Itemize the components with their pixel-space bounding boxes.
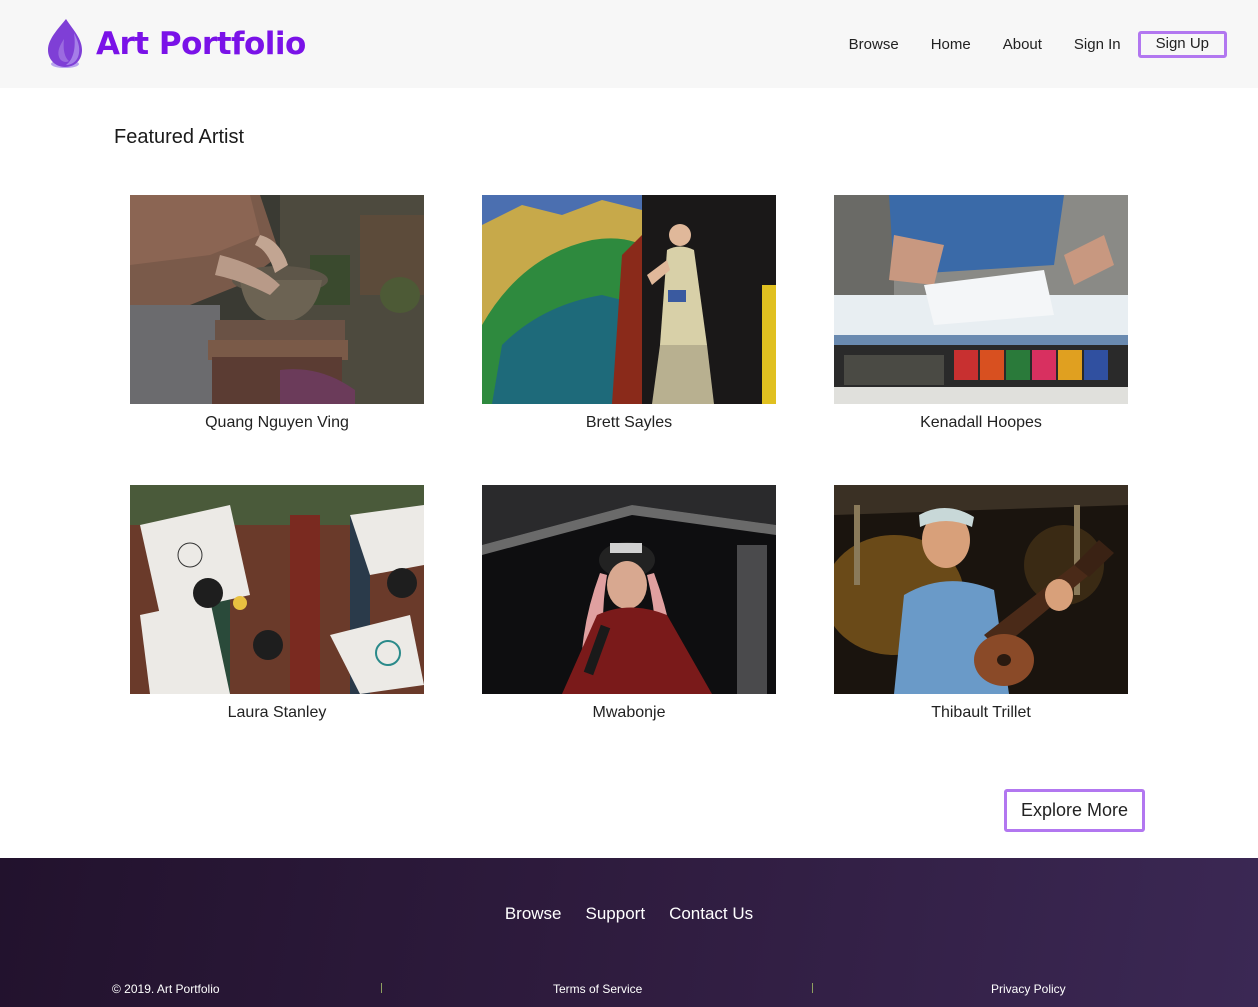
logo-text: Art Portfolio xyxy=(96,26,306,62)
floral-sketches-photo[interactable] xyxy=(130,485,424,694)
ukulele-player-photo[interactable] xyxy=(834,485,1128,694)
site-header: Art Portfolio Browse Home About Sign In … xyxy=(0,0,1258,88)
logo[interactable]: Art Portfolio xyxy=(44,16,306,72)
artist-card[interactable]: Mwabonje xyxy=(482,485,776,722)
singer-microphone-photo[interactable] xyxy=(482,485,776,694)
artist-card[interactable]: Laura Stanley xyxy=(130,485,424,722)
artist-name: Thibault Trillet xyxy=(931,704,1031,721)
artist-name: Quang Nguyen Ving xyxy=(205,414,349,431)
footer-divider xyxy=(381,983,382,993)
privacy-link[interactable]: Privacy Policy xyxy=(991,982,1066,996)
artist-card[interactable]: Brett Sayles xyxy=(482,195,776,432)
footer-contact-us[interactable]: Contact Us xyxy=(669,904,753,924)
sign-up-button[interactable]: Sign Up xyxy=(1137,31,1227,58)
nav-about[interactable]: About xyxy=(1003,36,1042,53)
nav-browse[interactable]: Browse xyxy=(849,36,899,53)
main-nav: Browse Home About Sign In Sign Up xyxy=(849,31,1227,58)
section-title: Featured Artist xyxy=(114,126,245,148)
footer-support[interactable]: Support xyxy=(586,904,646,924)
pottery-wheel-photo[interactable] xyxy=(130,195,424,404)
flame-drop-icon xyxy=(48,19,82,68)
artist-card[interactable]: Kenadall Hoopes xyxy=(834,195,1128,432)
copyright-text: © 2019. Art Portfolio xyxy=(112,982,220,996)
site-footer: Browse Support Contact Us © 2019. Art Po… xyxy=(0,858,1258,1007)
artist-name: Brett Sayles xyxy=(585,414,673,431)
mural-painter-photo[interactable] xyxy=(482,195,776,404)
footer-divider xyxy=(812,983,813,993)
nav-sign-in[interactable]: Sign In xyxy=(1074,36,1121,53)
footer-browse[interactable]: Browse xyxy=(505,904,562,924)
artist-name: Laura Stanley xyxy=(227,704,327,721)
terms-link[interactable]: Terms of Service xyxy=(553,982,642,996)
artist-card[interactable]: Thibault Trillet xyxy=(834,485,1128,722)
artist-name: Kenadall Hoopes xyxy=(920,414,1042,431)
drawing-table-photo[interactable] xyxy=(834,195,1128,404)
explore-more-button[interactable]: Explore More xyxy=(1004,789,1145,832)
artist-name: Mwabonje xyxy=(592,704,666,721)
footer-nav: Browse Support Contact Us xyxy=(0,904,1258,924)
nav-home[interactable]: Home xyxy=(931,36,971,53)
artist-card[interactable]: Quang Nguyen Ving xyxy=(130,195,424,432)
